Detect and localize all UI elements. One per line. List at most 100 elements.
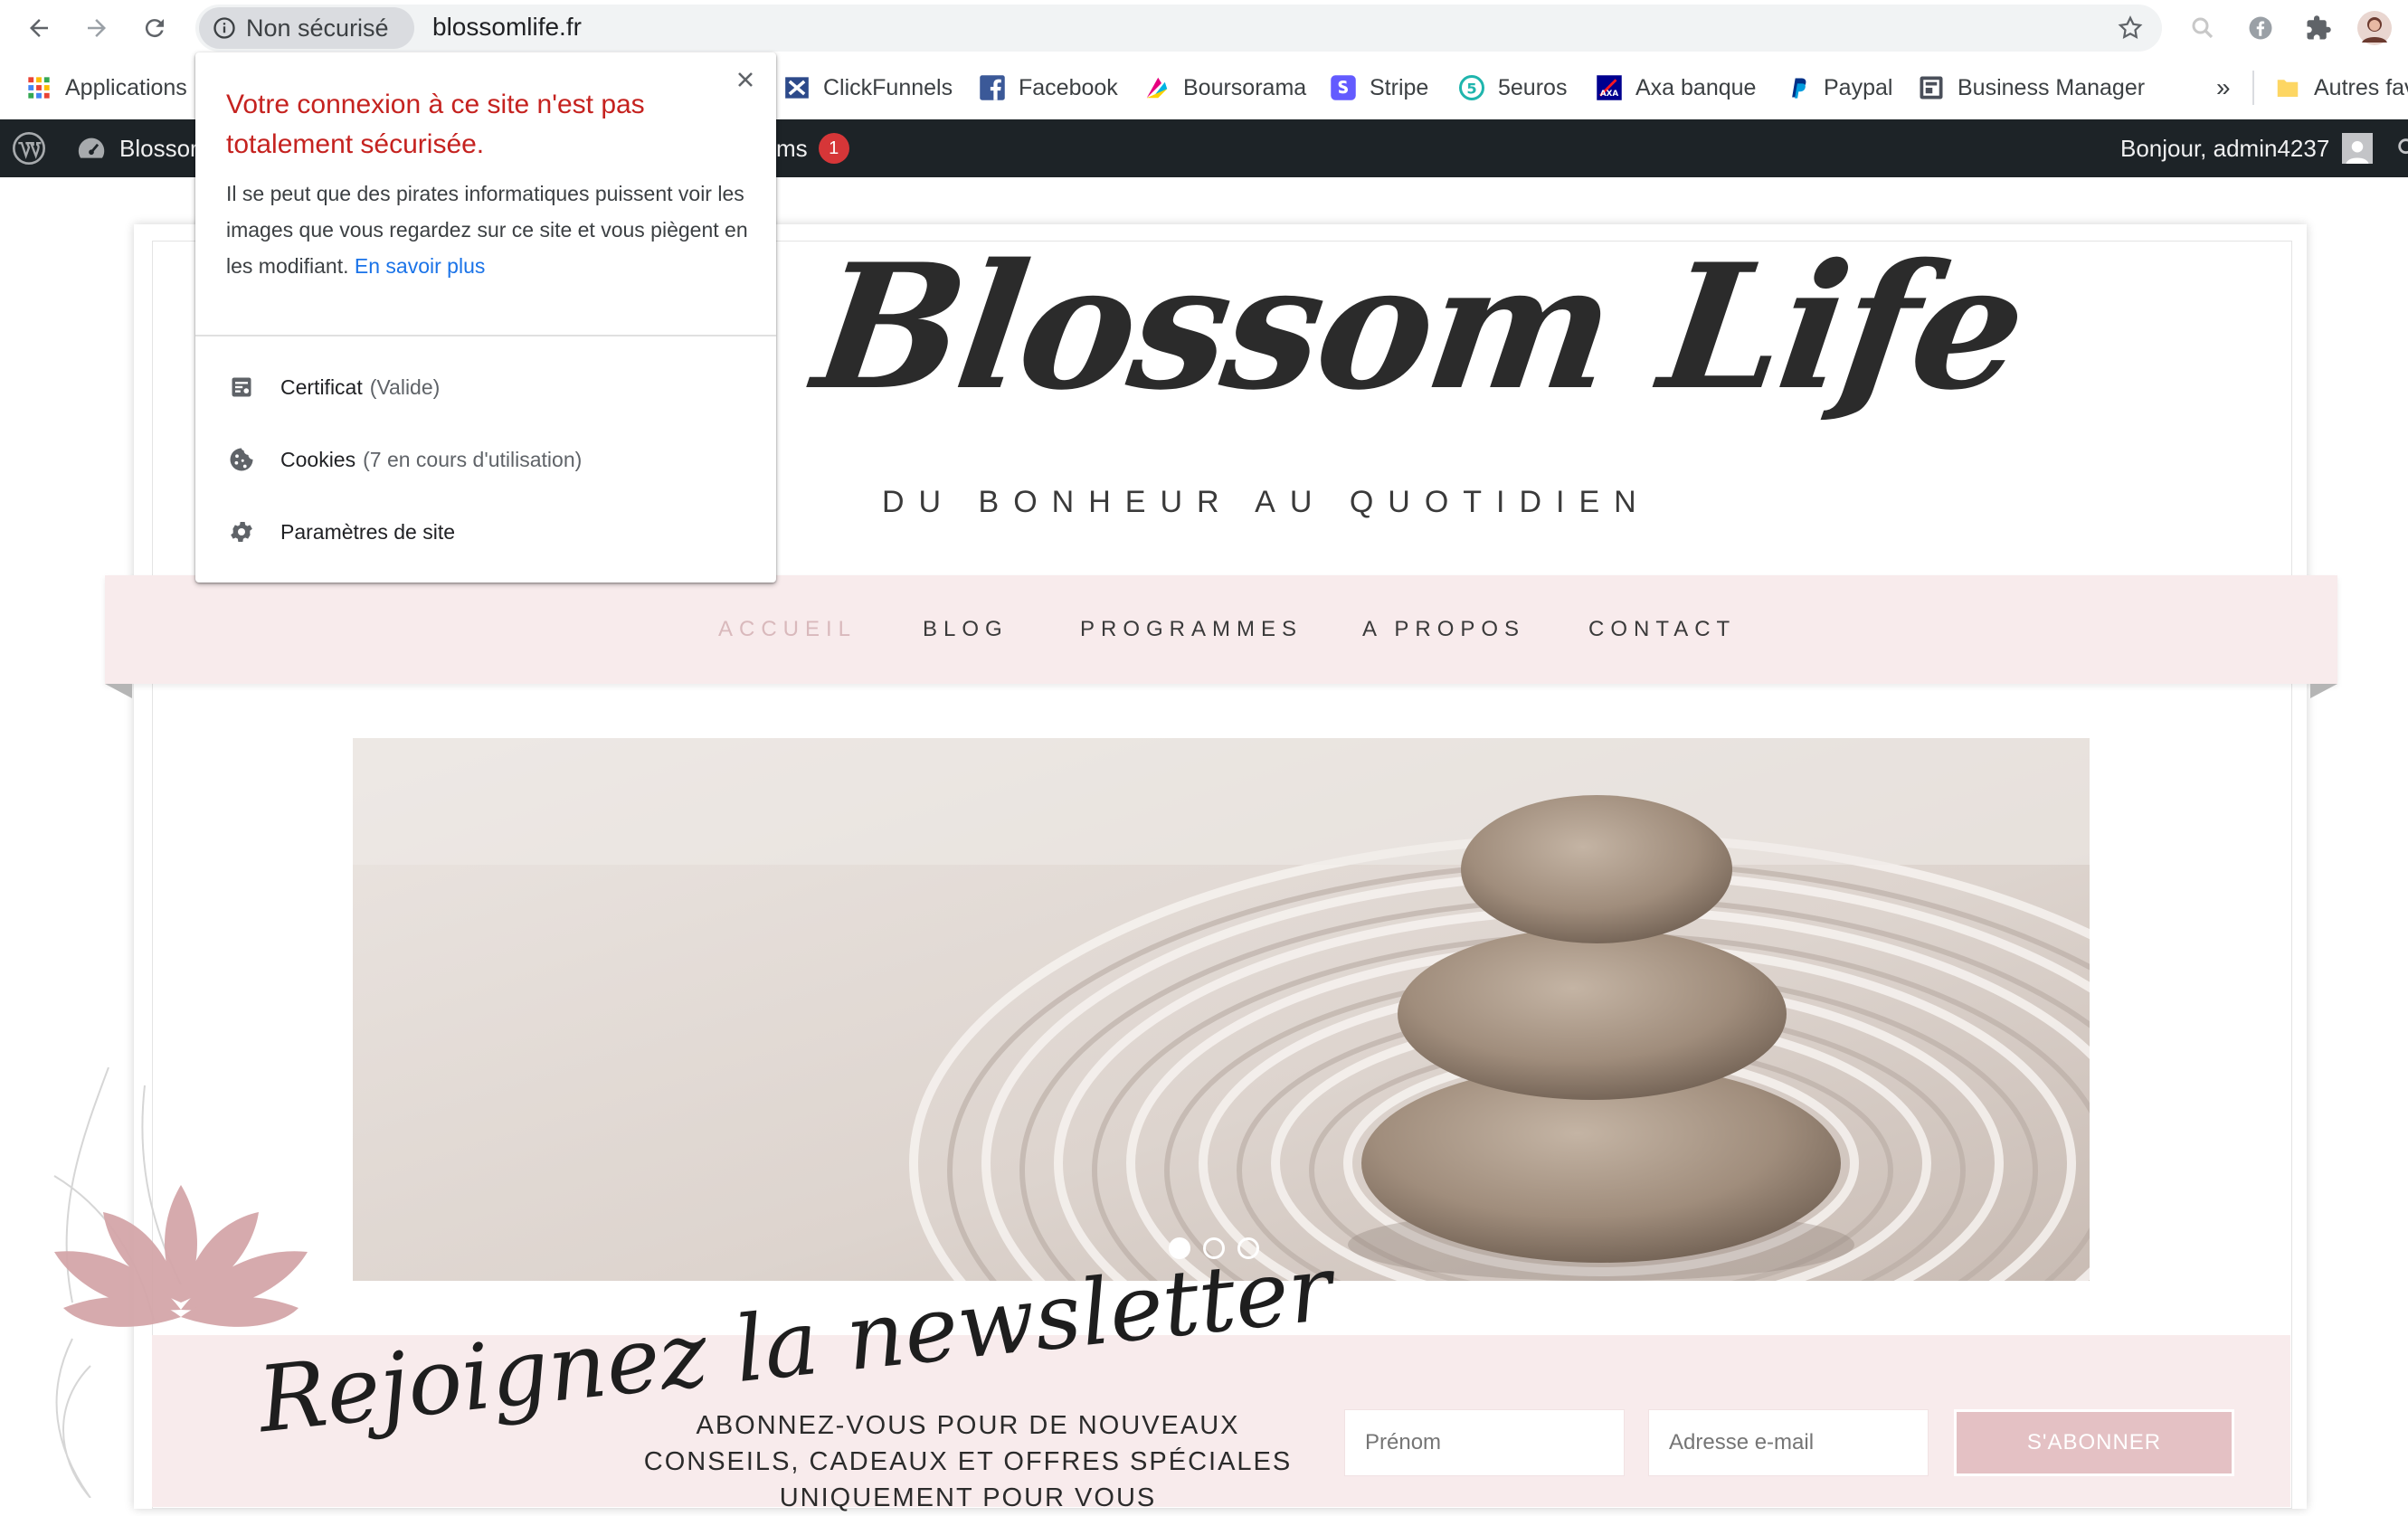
reload-icon	[145, 19, 164, 38]
wp-menu-partial-label: ms	[776, 134, 808, 162]
bookmark-label: Stripe	[1370, 74, 1429, 100]
zen-stones-image	[353, 738, 2090, 1281]
cookie-icon	[226, 444, 257, 475]
popup-divider	[195, 335, 776, 336]
bookmark-label: Paypal	[1824, 74, 1893, 100]
puzzle-icon	[2307, 15, 2331, 40]
bookmarks-divider	[2252, 71, 2254, 105]
apps-grid-icon	[25, 74, 52, 101]
first-name-input[interactable]	[1344, 1409, 1625, 1476]
bookmark-label: Applications	[65, 74, 187, 100]
url-text[interactable]: blossomlife.fr	[432, 13, 582, 42]
site-logo[interactable]: Blossom Life	[804, 226, 2034, 428]
bookmark-5euros[interactable]: 5 5euros	[1458, 56, 1567, 119]
ribbon-fold-left	[105, 684, 132, 698]
zoom-icon	[2192, 17, 2214, 39]
nav-blog[interactable]: BLOG	[923, 617, 1009, 642]
business-manager-icon	[1918, 74, 1945, 101]
facebook-icon	[979, 74, 1006, 101]
bookmark-axa[interactable]: AXA Axa banque	[1596, 56, 1756, 119]
reload-button[interactable]	[134, 7, 175, 49]
bookmark-label: Axa banque	[1635, 74, 1757, 100]
gear-icon	[226, 516, 257, 547]
nav-contact[interactable]: CONTACT	[1588, 617, 1736, 642]
site-settings-label: Paramètres de site	[280, 519, 456, 544]
info-icon	[212, 15, 237, 41]
forward-button[interactable]	[76, 7, 118, 49]
wp-search-button[interactable]	[2395, 119, 2408, 177]
arrow-left-icon	[30, 19, 48, 37]
bookmark-boursorama[interactable]: Boursorama	[1143, 56, 1306, 119]
cookies-label: Cookies	[280, 447, 356, 471]
bookmark-clickfunnels[interactable]: ClickFunnels	[783, 56, 953, 119]
wp-greeting: Bonjour, admin4237	[2120, 134, 2330, 162]
subscribe-button[interactable]: S'ABONNER	[1954, 1409, 2234, 1476]
bookmark-paypal[interactable]: Paypal	[1784, 56, 1892, 119]
certificate-icon	[226, 372, 257, 403]
bookmark-label: ClickFunnels	[823, 74, 953, 100]
stripe-icon	[1330, 74, 1357, 101]
svg-text:5: 5	[1466, 80, 1476, 97]
popup-certificate-row[interactable]: Certificat (Valide)	[226, 360, 440, 414]
bookmark-business-manager[interactable]: Business Manager	[1918, 56, 2145, 119]
site-tagline: DU BONHEUR AU QUOTIDIEN	[882, 485, 1651, 519]
bookmark-applications[interactable]: Applications	[25, 56, 187, 119]
bookmark-label: Facebook	[1019, 74, 1118, 100]
wordpress-icon	[13, 132, 45, 165]
facebook-circle-icon	[2249, 16, 2272, 40]
newsletter-description: ABONNEZ-VOUS POUR DE NOUVEAUX CONSEILS, …	[643, 1411, 1293, 1512]
bookmark-label: Business Manager	[1958, 74, 2146, 100]
wp-site-menu[interactable]: Blossor	[76, 119, 198, 177]
ribbon-fold-right	[2310, 684, 2337, 698]
axa-icon: AXA	[1596, 74, 1623, 101]
bookmarks-overflow-button[interactable]: »	[2216, 56, 2231, 119]
5euros-icon: 5	[1458, 74, 1485, 101]
email-input[interactable]	[1648, 1409, 1929, 1476]
avatar-icon	[2357, 11, 2392, 45]
paypal-icon	[1784, 74, 1811, 101]
facebook-extension-button[interactable]	[2242, 9, 2280, 47]
bookmark-facebook[interactable]: Facebook	[979, 56, 1118, 119]
folder-icon	[2274, 74, 2301, 101]
bookmark-label: Boursorama	[1183, 74, 1307, 100]
security-label: Non sécurisé	[246, 14, 389, 42]
certificate-label: Certificat	[280, 374, 363, 399]
notification-badge: 1	[818, 133, 849, 164]
bookmark-label: 5euros	[1498, 74, 1568, 100]
popup-body-text: Il se peut que des pirates informatiques…	[226, 182, 748, 278]
nav-a-propos[interactable]: A PROPOS	[1362, 617, 1525, 642]
extensions-button[interactable]	[2299, 9, 2337, 47]
bookmark-star-button[interactable]	[2111, 9, 2149, 47]
wp-account-menu[interactable]: Bonjour, admin4237	[2120, 119, 2374, 177]
wp-site-label: Blossor	[119, 134, 198, 162]
cookies-status: (7 en cours d'utilisation)	[363, 447, 583, 471]
search-icon	[2398, 138, 2408, 155]
wp-comments-menu[interactable]: ms 1	[776, 119, 849, 177]
certificate-status: (Valide)	[369, 374, 441, 399]
bookmark-other-folder[interactable]: Autres fav	[2274, 56, 2408, 119]
security-indicator[interactable]: Non sécurisé	[199, 7, 414, 49]
clickfunnels-icon	[783, 74, 811, 101]
profile-avatar[interactable]	[2356, 9, 2394, 47]
popup-warning-title: Votre connexion à ce site n'est pas tota…	[226, 90, 645, 159]
popup-body: Il se peut que des pirates informatiques…	[226, 175, 751, 284]
dashboard-icon	[78, 137, 105, 158]
bookmark-label: Autres fav	[2314, 74, 2408, 100]
nav-accueil[interactable]: ACCUEIL	[718, 617, 857, 642]
zoom-extension-button[interactable]	[2184, 9, 2222, 47]
user-avatar-icon	[2342, 133, 2374, 164]
bookmark-stripe[interactable]: Stripe	[1330, 56, 1428, 119]
close-icon	[738, 72, 753, 87]
hero-slider[interactable]	[353, 738, 2090, 1281]
arrow-right-icon	[88, 19, 106, 37]
back-button[interactable]	[18, 7, 60, 49]
popup-site-settings-row[interactable]: Paramètres de site	[226, 505, 455, 559]
nav-programmes[interactable]: PROGRAMMES	[1080, 617, 1303, 642]
learn-more-link[interactable]: En savoir plus	[355, 254, 485, 278]
popup-cookies-row[interactable]: Cookies (7 en cours d'utilisation)	[226, 432, 582, 487]
svg-text:AXA: AXA	[1600, 90, 1619, 99]
wp-logo-button[interactable]	[11, 119, 47, 177]
boursorama-icon	[1143, 74, 1171, 101]
star-icon	[2118, 15, 2143, 39]
popup-close-button[interactable]	[731, 65, 760, 94]
